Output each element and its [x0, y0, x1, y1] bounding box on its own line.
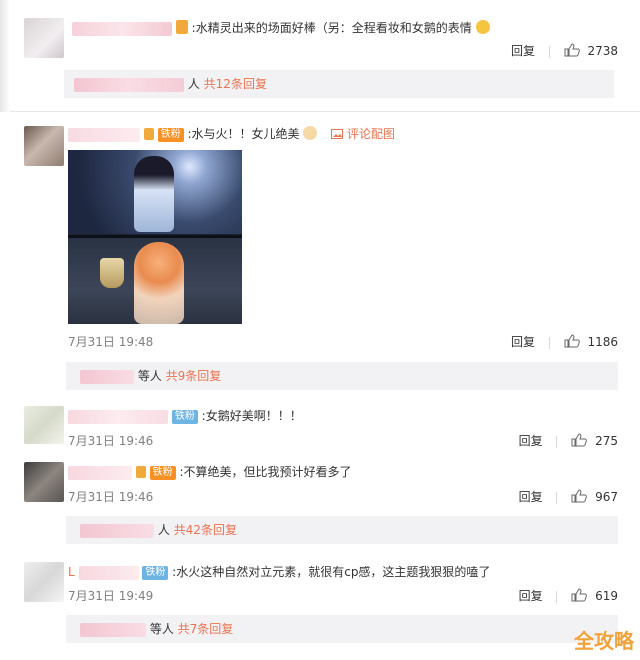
- comment-line: 铁粉 :不算绝美，但比我预计好看多了: [68, 464, 352, 480]
- comment-line: 铁粉 :水与火！！女儿绝美 评论配图: [68, 126, 395, 142]
- comment-image[interactable]: [68, 150, 242, 324]
- top-comment-left-shadow: [0, 0, 10, 112]
- comment-timestamp: 7月31日 19:46: [68, 434, 154, 448]
- comment-timestamp: 7月31日 19:49: [68, 589, 154, 603]
- comment-text: :水与火！！女儿绝美: [187, 127, 300, 141]
- username-blurred[interactable]: [68, 409, 168, 424]
- comment-actions: 回复 1186: [511, 333, 618, 350]
- replier-suffix: 等人: [149, 622, 174, 636]
- dog-emoji-icon: [303, 126, 318, 140]
- replier-names-blurred: [80, 369, 134, 384]
- badge-icon: [175, 20, 188, 34]
- reply-summary-bar[interactable]: 人 共12条回复: [64, 70, 614, 98]
- vip-icon: [143, 128, 154, 140]
- reply-summary-bar[interactable]: 等人 共9条回复: [66, 362, 618, 390]
- replier-suffix: 等人: [137, 369, 162, 383]
- like-icon[interactable]: [571, 433, 588, 447]
- image-figure-bottom: [134, 242, 184, 324]
- comment-line: 铁粉 :女鹅好美啊！！！: [68, 408, 302, 424]
- top-comment-block: :水精灵出来的场面好棒（另：全程看妆和女鹅的表情 回复 2738 人 共12条回…: [0, 0, 640, 112]
- like-count: 2738: [587, 44, 618, 58]
- reply-summary-bar[interactable]: 等人 共7条回复: [66, 615, 618, 643]
- avatar[interactable]: [24, 406, 64, 444]
- comment-line: L 铁粉 :水火这种自然对立元素，就很有cp感，这主题我狠狠的嗑了: [68, 564, 490, 580]
- comment-timestamp: 7月31日 19:48: [68, 335, 154, 349]
- replier-names-blurred: [80, 523, 154, 538]
- fan-badge: 铁粉: [157, 127, 184, 142]
- username-blurred[interactable]: [68, 465, 132, 480]
- reply-summary-bar[interactable]: 人 共42条回复: [66, 516, 618, 544]
- more-replies-link[interactable]: 共7条回复: [178, 622, 234, 636]
- avatar[interactable]: [24, 18, 64, 58]
- like-count: 967: [595, 490, 618, 504]
- reply-button[interactable]: 回复: [511, 335, 535, 349]
- more-replies-link[interactable]: 共9条回复: [166, 369, 222, 383]
- like-count: 275: [595, 434, 618, 448]
- fan-badge: 铁粉: [171, 409, 198, 424]
- comment-text: :不算绝美，但比我预计好看多了: [179, 465, 352, 479]
- reply-button[interactable]: 回复: [519, 589, 543, 603]
- like-icon[interactable]: [564, 334, 580, 348]
- replier-suffix: 人: [187, 77, 200, 91]
- comment-actions: 回复 2738: [511, 42, 618, 59]
- comment-line: :水精灵出来的场面好棒（另：全程看妆和女鹅的表情: [72, 20, 490, 36]
- reply-button[interactable]: 回复: [519, 490, 543, 504]
- avatar[interactable]: [24, 562, 64, 602]
- watermark-logo: 全攻略: [574, 629, 634, 653]
- crying-emoji-icon: [475, 20, 490, 34]
- comment-image-link[interactable]: 评论配图: [347, 127, 395, 141]
- comment-actions: 回复 619: [519, 587, 618, 604]
- like-icon[interactable]: [571, 489, 588, 503]
- comment-actions: 回复 275: [519, 432, 618, 449]
- more-replies-link[interactable]: 共12条回复: [204, 77, 267, 91]
- comment-actions: 回复 967: [519, 488, 618, 505]
- username-prefix[interactable]: L: [68, 565, 75, 579]
- reply-button[interactable]: 回复: [511, 44, 535, 58]
- comment-timestamp: 7月31日 19:46: [68, 490, 154, 504]
- avatar[interactable]: [24, 462, 64, 502]
- username-blurred[interactable]: [68, 127, 140, 142]
- fan-badge: 铁粉: [142, 565, 169, 580]
- username-blurred[interactable]: [78, 565, 139, 580]
- like-icon[interactable]: [564, 43, 580, 57]
- username-blurred[interactable]: [72, 21, 172, 36]
- image-figure-top: [134, 156, 174, 232]
- like-icon[interactable]: [571, 588, 588, 602]
- vip-icon: [135, 466, 146, 478]
- image-goblet: [100, 258, 124, 288]
- more-replies-link[interactable]: 共42条回复: [174, 523, 237, 537]
- like-count: 1186: [587, 335, 618, 349]
- fan-badge: 铁粉: [149, 465, 176, 480]
- comment-text: :水火这种自然对立元素，就很有cp感，这主题我狠狠的嗑了: [172, 565, 491, 579]
- like-count: 619: [595, 589, 618, 603]
- avatar[interactable]: [24, 126, 64, 166]
- reply-button[interactable]: 回复: [519, 434, 543, 448]
- comment-text: :女鹅好美啊！！！: [201, 409, 302, 423]
- replier-names-blurred: [80, 622, 146, 637]
- replier-names-blurred: [74, 77, 184, 92]
- comment-text: :水精灵出来的场面好棒（另：全程看妆和女鹅的表情: [191, 21, 472, 35]
- replier-suffix: 人: [157, 523, 170, 537]
- image-icon: [331, 127, 347, 141]
